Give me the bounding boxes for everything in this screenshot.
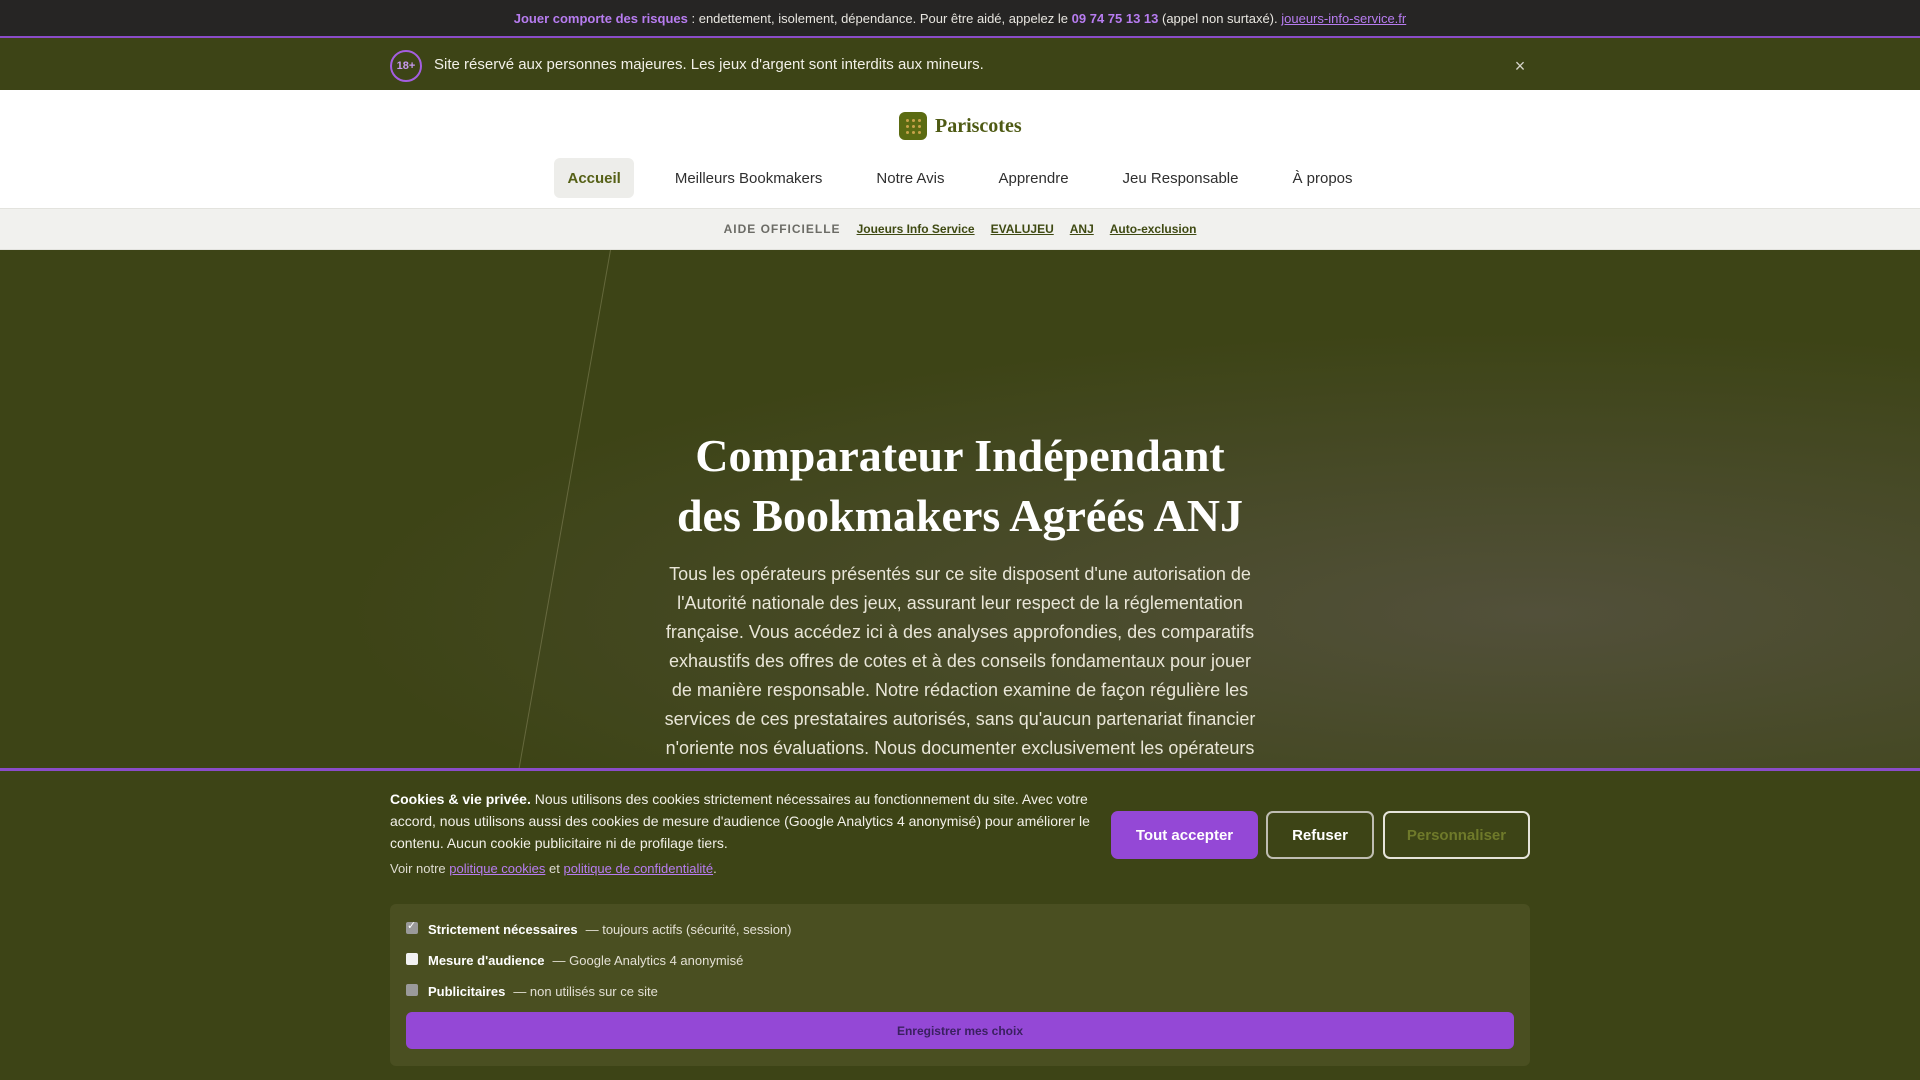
- pref-label: Publicitaires: [428, 984, 506, 999]
- cookie-message: Cookies & vie privée. Nous utilisons des…: [390, 788, 1090, 854]
- age-restriction-text: Site réservé aux personnes majeures. Les…: [434, 56, 984, 73]
- site-header: Pariscotes Accueil Meilleurs Bookmakers …: [0, 90, 1920, 208]
- pref-audience[interactable]: Mesure d'audience — Google Analytics 4 a…: [406, 952, 744, 968]
- pref-desc: — Google Analytics 4 anonymisé: [552, 953, 744, 968]
- accept-all-button[interactable]: Tout accepter: [1111, 811, 1258, 859]
- age-18-badge: 18+: [390, 50, 422, 82]
- hero-section: Comparateur Indépendant des Bookmakers A…: [0, 250, 1920, 770]
- dice-grid-icon: [899, 112, 927, 140]
- advertising-checkbox: [406, 983, 418, 996]
- nav-item-accueil[interactable]: Accueil: [554, 158, 634, 198]
- logo-text: Pariscotes: [935, 114, 1022, 137]
- necessary-checkbox: [406, 919, 418, 934]
- cookie-title: Cookies & vie privée.: [390, 791, 531, 807]
- cookie-policy-link[interactable]: politique cookies: [449, 861, 545, 876]
- audience-checkbox[interactable]: [406, 952, 418, 965]
- help-link-evalujeu[interactable]: EVALUJEU: [991, 222, 1054, 236]
- risk-label: Jouer comporte des risques: [513, 10, 688, 26]
- pref-label: Strictement nécessaires: [428, 922, 578, 937]
- main-nav: Accueil Meilleurs Bookmakers Notre Avis …: [0, 158, 1920, 198]
- pref-necessary: Strictement nécessaires — toujours actif…: [406, 919, 792, 937]
- help-link-anj[interactable]: ANJ: [1070, 222, 1094, 236]
- pref-label: Mesure d'audience: [428, 953, 545, 968]
- help-link-auto-exclusion[interactable]: Auto-exclusion: [1110, 222, 1197, 236]
- help-label: AIDE OFFICIELLE: [723, 222, 841, 236]
- decorative-line: [512, 250, 611, 770]
- policy-prefix: Voir notre: [390, 861, 450, 876]
- nav-item-meilleurs-bookmakers[interactable]: Meilleurs Bookmakers: [662, 158, 836, 198]
- pref-advertising: Publicitaires — non utilisés sur ce site: [406, 983, 658, 999]
- official-help-bar: AIDE OFFICIELLE Joueurs Info Service EVA…: [0, 208, 1920, 250]
- nav-item-notre-avis[interactable]: Notre Avis: [863, 158, 957, 198]
- risk-text-2: (appel non surtaxé).: [1158, 10, 1282, 26]
- risk-text: : endettement, isolement, dépendance. Po…: [687, 10, 1072, 26]
- helpline-phone: 09 74 75 13 13: [1071, 10, 1159, 26]
- policy-suffix: .: [713, 861, 717, 876]
- nav-item-apprendre[interactable]: Apprendre: [985, 158, 1081, 198]
- nav-item-jeu-responsable[interactable]: Jeu Responsable: [1110, 158, 1252, 198]
- cookie-preferences-panel: Strictement nécessaires — toujours actif…: [390, 904, 1530, 1066]
- site-logo[interactable]: Pariscotes: [899, 112, 1022, 140]
- refuse-button[interactable]: Refuser: [1266, 811, 1374, 859]
- hero-description: Tous les opérateurs présentés sur ce sit…: [664, 564, 1256, 758]
- risk-warning-bar: Jouer comporte des risques : endettement…: [0, 0, 1920, 38]
- hero-title: Comparateur Indépendant des Bookmakers A…: [676, 430, 1244, 541]
- save-choices-button[interactable]: Enregistrer mes choix: [406, 1012, 1514, 1049]
- customize-button[interactable]: Personnaliser: [1383, 811, 1530, 859]
- help-link-joueurs-info-service[interactable]: Joueurs Info Service: [857, 222, 975, 236]
- cookie-policy-line: Voir notre politique cookies et politiqu…: [390, 861, 717, 876]
- privacy-policy-link[interactable]: politique de confidentialité: [563, 861, 713, 876]
- close-icon[interactable]: ×: [1508, 54, 1532, 78]
- age-restriction-bar: 18+ Site réservé aux personnes majeures.…: [0, 40, 1920, 90]
- pref-desc: — toujours actifs (sécurité, session): [585, 922, 792, 937]
- policy-mid: et: [545, 861, 564, 876]
- cookie-banner: Cookies & vie privée. Nous utilisons des…: [0, 768, 1920, 1080]
- pref-desc: — non utilisés sur ce site: [513, 984, 658, 999]
- joueurs-info-link[interactable]: joueurs-info-service.fr: [1281, 11, 1406, 26]
- nav-item-a-propos[interactable]: À propos: [1279, 158, 1365, 198]
